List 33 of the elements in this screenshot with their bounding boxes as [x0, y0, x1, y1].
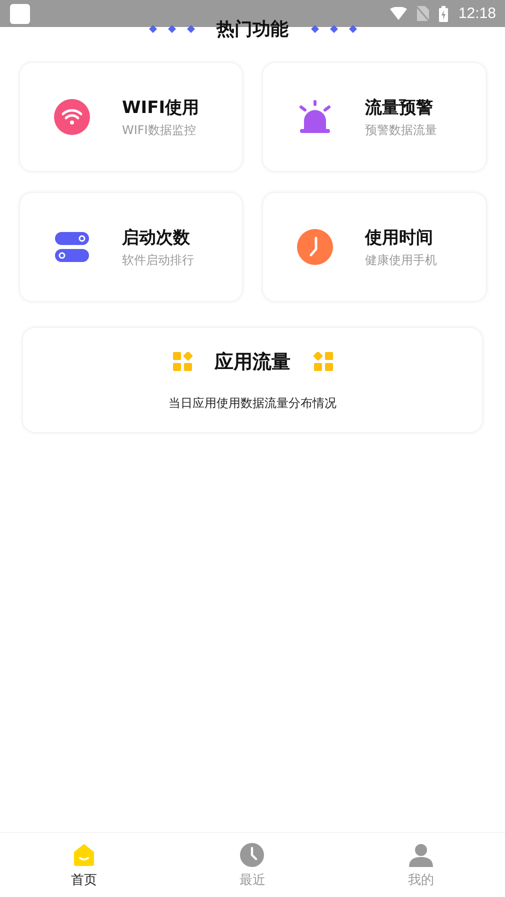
- toggles-icon: [54, 231, 90, 263]
- card-subtitle: 当日应用使用数据流量分布情况: [168, 394, 336, 412]
- status-time: 12:18: [458, 5, 496, 22]
- card-title: 应用流量: [214, 350, 290, 374]
- feature-title: WIFI使用: [122, 96, 200, 118]
- blocks-icon: [172, 352, 192, 372]
- home-icon: [72, 843, 96, 867]
- feature-card[interactable]: WIFI使用 WIFI数据监控: [20, 63, 242, 171]
- feature-subtitle: 软件启动排行: [122, 252, 194, 268]
- person-icon: [408, 843, 433, 867]
- app-traffic-card[interactable]: 应用流量 当日应用使用数据流量分布情况: [23, 328, 482, 432]
- no-sim-icon: [417, 6, 430, 21]
- dots-decoration: [148, 25, 194, 33]
- feature-title: 使用时间: [365, 226, 434, 248]
- dots-decoration: [310, 25, 356, 33]
- wifi-icon: [54, 99, 90, 135]
- feature-title: 流量预警: [365, 96, 434, 118]
- section-title: 热门功能: [216, 18, 288, 41]
- feature-subtitle: WIFI数据监控: [122, 122, 197, 138]
- feature-card[interactable]: 启动次数 软件启动排行: [20, 193, 242, 301]
- nav-tab[interactable]: 首页: [0, 833, 168, 897]
- app-icon: [10, 4, 30, 24]
- feature-card[interactable]: 流量预警 预警数据流量: [263, 63, 486, 171]
- siren-icon: [297, 99, 333, 135]
- battery-icon: [439, 6, 448, 22]
- wifi-signal-icon: [390, 7, 408, 20]
- feature-subtitle: 健康使用手机: [365, 252, 437, 268]
- feature-card[interactable]: 使用时间 健康使用手机: [263, 193, 486, 301]
- feature-subtitle: 预警数据流量: [365, 122, 437, 138]
- clock-icon: [297, 229, 333, 265]
- feature-title: 启动次数: [122, 226, 191, 248]
- blocks-icon: [312, 352, 332, 372]
- clock-icon: [240, 843, 264, 867]
